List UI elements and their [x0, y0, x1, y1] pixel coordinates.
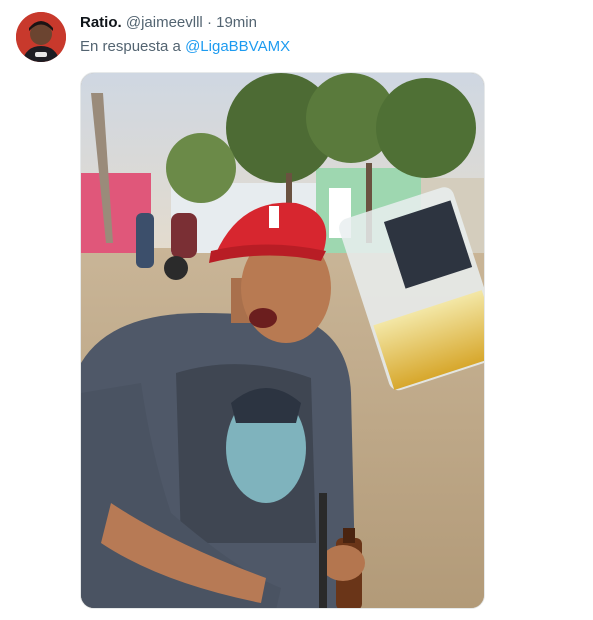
dot-separator: · [206, 14, 212, 31]
avatar-image [16, 12, 66, 62]
display-name[interactable]: Ratio. [80, 14, 122, 31]
reply-prefix: En respuesta a [80, 38, 181, 55]
reply-context: En respuesta a @LigaBBVAMX [80, 37, 290, 57]
timestamp[interactable]: 19min [216, 14, 257, 31]
photo-image [81, 73, 484, 608]
user-handle[interactable]: @jaimeevlll [126, 14, 203, 31]
tweet: Ratio. @jaimeevlll · 19min En respuesta … [0, 0, 593, 620]
reply-mention-link[interactable]: @LigaBBVAMX [185, 38, 290, 55]
tweet-header: Ratio. @jaimeevlll · 19min [80, 13, 257, 33]
tweet-media-photo[interactable] [80, 72, 485, 609]
avatar[interactable] [16, 12, 66, 62]
